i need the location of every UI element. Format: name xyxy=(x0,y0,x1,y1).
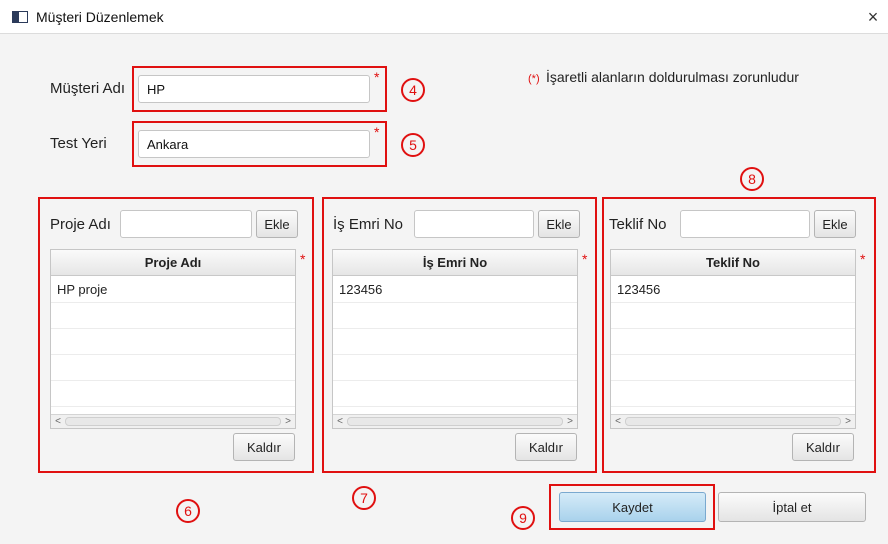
offer-table: Teklif No 123456 < > xyxy=(610,249,856,429)
table-row-empty xyxy=(333,329,577,355)
scroll-right-icon[interactable]: > xyxy=(282,415,294,428)
table-row[interactable]: 123456 xyxy=(333,277,577,303)
table-row-empty xyxy=(333,303,577,329)
scroll-track[interactable] xyxy=(625,417,841,426)
required-note-marker: (*) xyxy=(528,73,540,85)
scroll-right-icon[interactable]: > xyxy=(842,415,854,428)
project-add-button[interactable]: Ekle xyxy=(256,210,298,238)
work-order-column-header[interactable]: İş Emri No xyxy=(333,250,577,276)
test-location-label: Test Yeri xyxy=(50,135,107,152)
offer-input[interactable] xyxy=(680,210,810,238)
scroll-left-icon[interactable]: < xyxy=(334,415,346,428)
required-asterisk: * xyxy=(374,124,380,140)
table-row-empty xyxy=(51,381,295,407)
horizontal-scrollbar[interactable]: < > xyxy=(51,414,295,428)
test-location-input[interactable] xyxy=(138,130,370,158)
window-icon xyxy=(12,11,28,23)
horizontal-scrollbar[interactable]: < > xyxy=(333,414,577,428)
required-note: İşaretli alanların doldurulması zorunlud… xyxy=(546,69,799,85)
table-row-empty xyxy=(51,303,295,329)
work-order-table: İş Emri No 123456 < > xyxy=(332,249,578,429)
customer-name-label: Müşteri Adı xyxy=(50,80,126,97)
table-row-empty xyxy=(333,355,577,381)
scroll-track[interactable] xyxy=(65,417,281,426)
table-row-empty xyxy=(51,355,295,381)
window-title: Müşteri Düzenlemek xyxy=(36,9,164,25)
customer-name-input[interactable] xyxy=(138,75,370,103)
scroll-right-icon[interactable]: > xyxy=(564,415,576,428)
required-asterisk: * xyxy=(300,251,306,267)
offer-remove-button[interactable]: Kaldır xyxy=(792,433,854,461)
required-asterisk: * xyxy=(860,251,866,267)
table-row-empty xyxy=(51,329,295,355)
annotation-6: 6 xyxy=(176,499,200,523)
horizontal-scrollbar[interactable]: < > xyxy=(611,414,855,428)
save-button[interactable]: Kaydet xyxy=(559,492,706,522)
table-row-empty xyxy=(333,381,577,407)
work-order-label: İş Emri No xyxy=(333,216,404,233)
work-order-input[interactable] xyxy=(414,210,534,238)
annotation-9: 9 xyxy=(511,506,535,530)
table-row-empty xyxy=(611,355,855,381)
close-icon[interactable]: × xyxy=(862,6,884,28)
table-row[interactable]: 123456 xyxy=(611,277,855,303)
project-table: Proje Adı HP proje < > xyxy=(50,249,296,429)
annotation-7: 7 xyxy=(352,486,376,510)
table-row-empty xyxy=(611,329,855,355)
required-asterisk: * xyxy=(374,69,380,85)
scroll-left-icon[interactable]: < xyxy=(52,415,64,428)
project-remove-button[interactable]: Kaldır xyxy=(233,433,295,461)
annotation-4: 4 xyxy=(401,78,425,102)
work-order-add-button[interactable]: Ekle xyxy=(538,210,580,238)
offer-column-header[interactable]: Teklif No xyxy=(611,250,855,276)
scroll-left-icon[interactable]: < xyxy=(612,415,624,428)
annotation-8: 8 xyxy=(740,167,764,191)
scroll-track[interactable] xyxy=(347,417,563,426)
project-label: Proje Adı xyxy=(50,216,111,233)
table-row-empty xyxy=(611,381,855,407)
required-asterisk: * xyxy=(582,251,588,267)
work-order-remove-button[interactable]: Kaldır xyxy=(515,433,577,461)
project-column-header[interactable]: Proje Adı xyxy=(51,250,295,276)
annotation-5: 5 xyxy=(401,133,425,157)
table-row[interactable]: HP proje xyxy=(51,277,295,303)
table-row-empty xyxy=(611,303,855,329)
project-input[interactable] xyxy=(120,210,252,238)
offer-add-button[interactable]: Ekle xyxy=(814,210,856,238)
offer-label: Teklif No xyxy=(609,216,667,233)
cancel-button[interactable]: İptal et xyxy=(718,492,866,522)
